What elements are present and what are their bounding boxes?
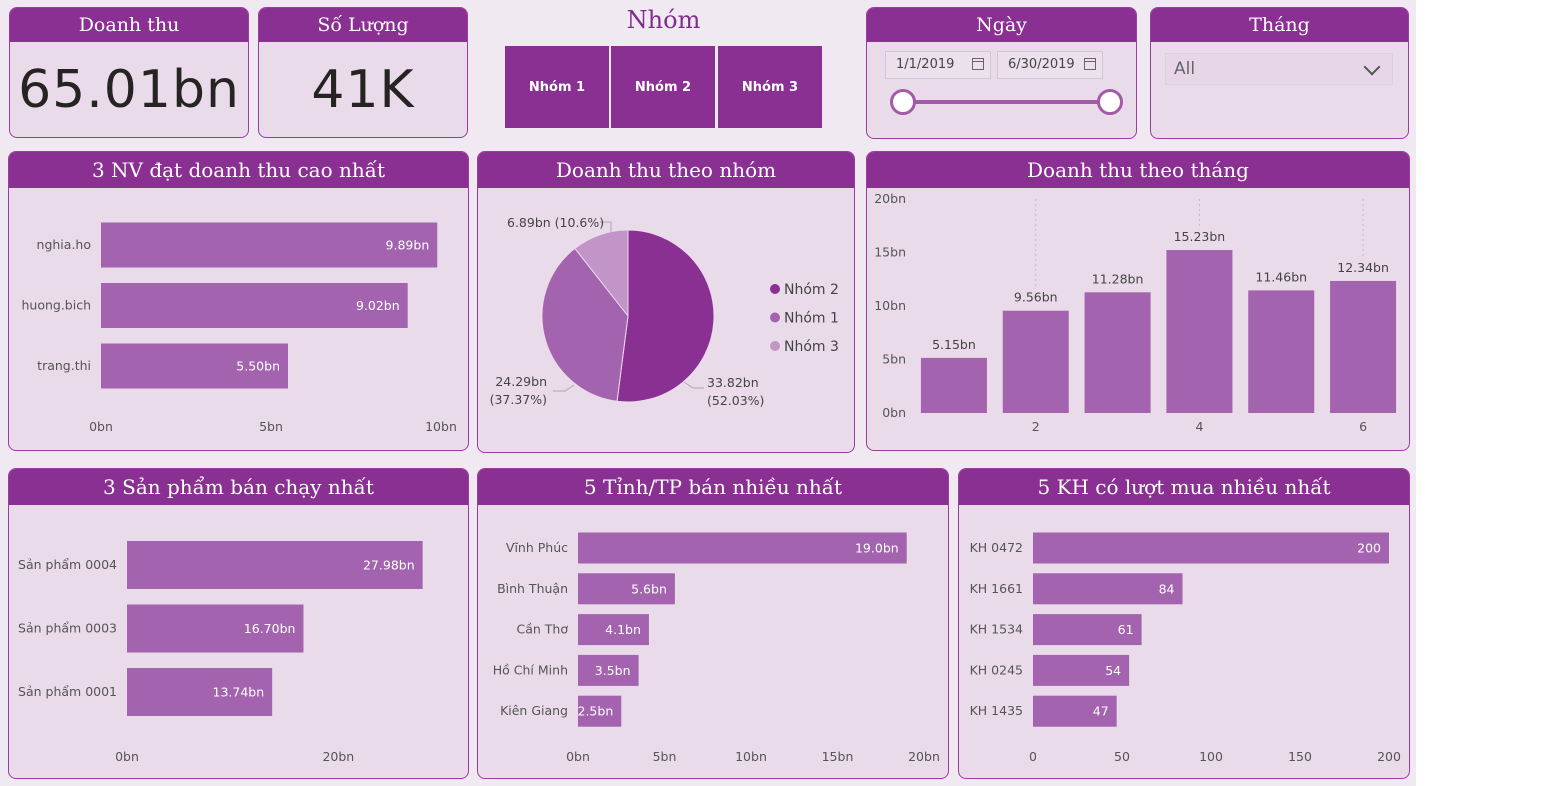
month-data-label: 11.46bn <box>1255 269 1307 284</box>
month-data-label: 11.28bn <box>1092 271 1144 286</box>
pie-legend-label: Nhóm 3 <box>784 339 839 355</box>
pie-data-label: 24.29bn <box>495 374 547 389</box>
pie-slice <box>616 229 715 403</box>
top-staff-category-label: nghia.ho <box>37 237 91 252</box>
month-data-label: 15.23bn <box>1174 229 1226 244</box>
month-x-tick-label: 4 <box>1195 419 1203 434</box>
top-customers-tick-label: 150 <box>1288 749 1312 764</box>
top-customers-bar <box>1033 532 1389 564</box>
top-customers-tick-label: 200 <box>1377 749 1401 764</box>
month-y-tick-label: 0bn <box>882 405 906 420</box>
month-x-tick-label: 6 <box>1359 419 1367 434</box>
top-staff-tick-label: 10bn <box>425 419 457 434</box>
top-customers-tick-label: 50 <box>1114 749 1130 764</box>
top-customers-data-label: 54 <box>1105 663 1121 678</box>
pie-data-label: 33.82bn <box>707 375 759 390</box>
top-provinces-tick-label: 5bn <box>653 749 677 764</box>
month-y-tick-label: 20bn <box>874 191 906 206</box>
month-bar <box>1002 310 1069 413</box>
month-bar <box>1166 250 1233 413</box>
month-data-label: 12.34bn <box>1337 260 1389 275</box>
month-bar <box>1330 280 1397 413</box>
top-customers-category-label: KH 1534 <box>970 622 1023 637</box>
top-customers-category-label: KH 0245 <box>970 662 1023 677</box>
top-customers-tick-label: 0 <box>1029 749 1037 764</box>
top-provinces-tick-label: 15bn <box>822 749 854 764</box>
top-products-tick-label: 20bn <box>322 749 354 764</box>
top-customers-tick-label: 100 <box>1199 749 1223 764</box>
top-customers-category-label: KH 1661 <box>970 581 1023 596</box>
pie-legend-marker <box>770 341 780 351</box>
month-bar <box>920 357 987 413</box>
top-products-category-label: Sản phẩm 0003 <box>18 621 117 636</box>
top-products-tick-label: 0bn <box>115 749 139 764</box>
pie-legend-label: Nhóm 1 <box>784 311 839 327</box>
top-products-data-label: 13.74bn <box>213 685 265 700</box>
top-customers-category-label: KH 0472 <box>970 540 1023 555</box>
top-staff-tick-label: 0bn <box>89 419 113 434</box>
top-products-category-label: Sản phẩm 0004 <box>18 557 117 572</box>
top-staff-category-label: trang.thi <box>37 358 91 373</box>
top-customers-data-label: 84 <box>1159 581 1175 596</box>
pie-leader-line <box>553 384 575 392</box>
top-staff-data-label: 5.50bn <box>236 359 280 374</box>
top-staff-category-label: huong.bich <box>21 298 91 313</box>
top-provinces-tick-label: 0bn <box>566 749 590 764</box>
top-provinces-data-label: 3.5bn <box>595 663 631 678</box>
top-provinces-category-label: Bình Thuận <box>497 581 568 596</box>
top-customers-category-label: KH 1435 <box>970 703 1023 718</box>
pie-legend-marker <box>770 284 780 294</box>
top-provinces-data-label: 19.0bn <box>855 541 899 556</box>
month-y-tick-label: 15bn <box>874 245 906 260</box>
top-provinces-tick-label: 20bn <box>908 749 940 764</box>
month-bar <box>1248 290 1315 413</box>
month-bar <box>1084 292 1151 413</box>
top-provinces-tick-label: 10bn <box>735 749 767 764</box>
pie-legend-marker <box>770 312 780 323</box>
top-provinces-data-label: 2.5bn <box>578 704 614 719</box>
top-provinces-category-label: Vĩnh Phúc <box>506 540 568 555</box>
month-data-label: 5.15bn <box>932 337 976 352</box>
top-customers-data-label: 200 <box>1357 541 1381 556</box>
top-staff-data-label: 9.02bn <box>356 298 400 313</box>
top-products-data-label: 16.70bn <box>244 621 296 636</box>
month-y-tick-label: 10bn <box>874 298 906 313</box>
top-customers-data-label: 47 <box>1093 704 1109 719</box>
top-provinces-data-label: 4.1bn <box>605 622 641 637</box>
month-x-tick-label: 2 <box>1032 419 1040 434</box>
top-customers-data-label: 61 <box>1118 622 1134 637</box>
month-y-tick-label: 5bn <box>882 352 906 367</box>
pie-leader-line <box>683 381 704 389</box>
pie-legend-label: Nhóm 2 <box>784 282 839 298</box>
top-staff-data-label: 9.89bn <box>386 238 430 253</box>
top-provinces-category-label: Hồ Chí Minh <box>493 662 568 677</box>
top-products-data-label: 27.98bn <box>363 558 415 573</box>
pie-data-label: (52.03%) <box>707 393 764 408</box>
top-products-category-label: Sản phẩm 0001 <box>18 684 117 699</box>
month-data-label: 9.56bn <box>1014 290 1058 305</box>
top-provinces-category-label: Kiên Giang <box>500 703 568 718</box>
report-canvas: Doanh thu 65.01bn Số Lượng 41K Nhóm Nhóm… <box>0 0 1416 786</box>
top-provinces-data-label: 5.6bn <box>631 581 667 596</box>
top-provinces-category-label: Cần Thơ <box>517 622 569 637</box>
top-staff-tick-label: 5bn <box>259 419 283 434</box>
pie-data-label: 6.89bn (10.6%) <box>507 215 604 230</box>
charts-layer: nghia.ho 9.89bn huong.bich 9.02bn trang.thi 5… <box>18 191 1401 764</box>
pie-data-label: (37.37%) <box>490 392 547 407</box>
